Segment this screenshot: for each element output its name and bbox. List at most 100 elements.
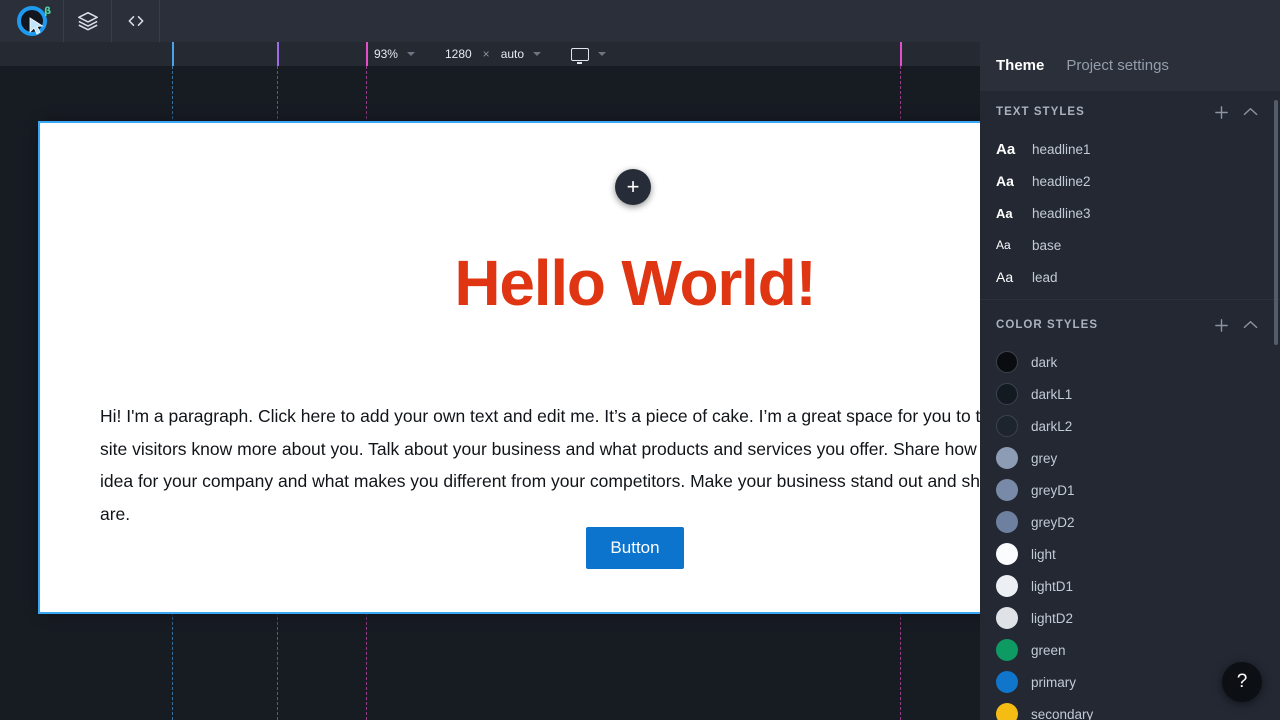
color-swatch-primary xyxy=(996,671,1018,693)
design-canvas[interactable]: Hello World! Hi! I'm a paragraph. Click … xyxy=(0,66,980,720)
device-caret-icon xyxy=(598,52,606,56)
color-style-row-secondary[interactable]: secondary xyxy=(980,698,1280,720)
code-brackets-icon xyxy=(125,11,147,31)
text-style-label: lead xyxy=(1032,270,1058,285)
text-style-label: base xyxy=(1032,238,1061,253)
color-style-label: grey xyxy=(1031,451,1057,466)
logo-icon xyxy=(17,6,47,36)
plus-icon xyxy=(1214,105,1229,120)
color-style-label: lightD2 xyxy=(1031,611,1073,626)
layers-button[interactable] xyxy=(64,0,112,42)
add-text-style-button[interactable] xyxy=(1214,105,1229,120)
canvas-width-value[interactable]: 1280 xyxy=(445,47,472,61)
color-swatch-light xyxy=(996,543,1018,565)
panel-tabs: Theme Project settings xyxy=(980,42,1280,91)
text-style-row-headline2[interactable]: Aa headline2 xyxy=(980,165,1280,197)
hero-paragraph[interactable]: Hi! I'm a paragraph. Click here to add y… xyxy=(100,400,980,530)
color-swatch-secondary xyxy=(996,703,1018,720)
add-color-style-button[interactable] xyxy=(1214,318,1229,333)
color-style-row-lightD2[interactable]: lightD2 xyxy=(980,602,1280,634)
collapse-text-styles-button[interactable] xyxy=(1243,107,1258,117)
app-root: β MyAwesomeProject xyxy=(0,0,1280,720)
device-selector[interactable] xyxy=(571,48,606,61)
color-style-label: greyD1 xyxy=(1031,483,1075,498)
zoom-caret-icon xyxy=(407,52,415,56)
text-style-sample: Aa xyxy=(996,206,1026,221)
color-style-label: dark xyxy=(1031,355,1057,370)
top-toolbar: β xyxy=(0,0,1280,42)
color-swatch-greyD1 xyxy=(996,479,1018,501)
color-style-row-light[interactable]: light xyxy=(980,538,1280,570)
add-section-button[interactable]: + xyxy=(615,169,651,205)
color-swatch-lightD2 xyxy=(996,607,1018,629)
text-style-label: headline3 xyxy=(1032,206,1091,221)
chevron-up-icon xyxy=(1243,107,1258,117)
color-styles-header: COLOR STYLES xyxy=(980,304,1280,346)
color-style-label: primary xyxy=(1031,675,1076,690)
color-style-row-greyD1[interactable]: greyD1 xyxy=(980,474,1280,506)
multiply-symbol: × xyxy=(483,47,490,61)
help-button[interactable]: ? xyxy=(1222,662,1262,702)
color-styles-title: COLOR STYLES xyxy=(996,319,1200,331)
color-swatch-lightD1 xyxy=(996,575,1018,597)
color-style-row-grey[interactable]: grey xyxy=(980,442,1280,474)
hero-title[interactable]: Hello World! xyxy=(40,246,980,320)
text-style-row-base[interactable]: Aabase xyxy=(980,229,1280,261)
height-caret-icon xyxy=(533,52,541,56)
text-styles-title: TEXT STYLES xyxy=(996,106,1200,118)
text-style-label: headline1 xyxy=(1032,142,1091,157)
text-style-sample: Aa xyxy=(996,269,1026,285)
color-style-label: darkL2 xyxy=(1031,419,1072,434)
panel-divider xyxy=(980,299,1280,300)
color-style-row-darkL1[interactable]: darkL1 xyxy=(980,378,1280,410)
color-style-label: greyD2 xyxy=(1031,515,1075,530)
canvas-height-value: auto xyxy=(501,47,524,61)
text-style-row-headline1[interactable]: Aa headline1 xyxy=(980,133,1280,165)
color-style-row-darkL2[interactable]: darkL2 xyxy=(980,410,1280,442)
page-section-selected[interactable]: Hello World! Hi! I'm a paragraph. Click … xyxy=(38,121,980,614)
zoom-level-value: 93% xyxy=(374,47,398,61)
panel-tab-theme[interactable]: Theme xyxy=(996,57,1044,76)
text-style-label: headline2 xyxy=(1032,174,1091,189)
color-swatch-grey xyxy=(996,447,1018,469)
text-styles-list: Aaheadline1Aaheadline2Aaheadline3AabaseA… xyxy=(980,133,1280,293)
panel-tab-project-settings[interactable]: Project settings xyxy=(1066,57,1169,76)
monitor-icon xyxy=(571,48,589,61)
cursor-arrow-icon xyxy=(29,17,45,35)
color-style-row-greyD2[interactable]: greyD2 xyxy=(980,506,1280,538)
color-swatch-darkL2 xyxy=(996,415,1018,437)
text-style-row-lead[interactable]: Aalead xyxy=(980,261,1280,293)
color-style-label: light xyxy=(1031,547,1056,562)
beta-badge: β xyxy=(44,6,51,17)
canvas-settings-controls: 93% 1280 × auto xyxy=(0,42,980,66)
app-logo[interactable]: β xyxy=(0,0,64,42)
right-panel: ThemeProject settings TEXT STYLES Aahead… xyxy=(980,42,1280,720)
color-style-row-dark[interactable]: dark xyxy=(980,346,1280,378)
collapse-color-styles-button[interactable] xyxy=(1243,320,1258,330)
panel-scrollbar-thumb[interactable] xyxy=(1274,100,1278,345)
color-style-row-green[interactable]: green xyxy=(980,634,1280,666)
chevron-up-icon xyxy=(1243,320,1258,330)
text-style-row-headline3[interactable]: Aa headline3 xyxy=(980,197,1280,229)
color-style-label: green xyxy=(1031,643,1066,658)
canvas-settings-bar: 93% 1280 × auto xyxy=(0,42,980,66)
color-style-label: secondary xyxy=(1031,707,1093,720)
color-style-label: lightD1 xyxy=(1031,579,1073,594)
panel-content-scroll[interactable]: TEXT STYLES Aaheadline1Aaheadline2Aahead… xyxy=(980,91,1280,720)
code-view-button[interactable] xyxy=(112,0,160,42)
layers-icon xyxy=(77,10,99,32)
text-style-sample: Aa xyxy=(996,173,1026,189)
color-style-label: darkL1 xyxy=(1031,387,1072,402)
zoom-selector[interactable]: 93% xyxy=(374,47,415,61)
color-swatch-green xyxy=(996,639,1018,661)
text-styles-header: TEXT STYLES xyxy=(980,91,1280,133)
color-style-row-lightD1[interactable]: lightD1 xyxy=(980,570,1280,602)
hero-cta-button[interactable]: Button xyxy=(586,527,684,569)
text-style-sample: Aa xyxy=(996,141,1026,158)
text-style-sample: Aa xyxy=(996,238,1026,252)
toolbar-spacer xyxy=(160,0,1280,42)
canvas-height-selector[interactable]: auto xyxy=(501,47,541,61)
color-swatch-greyD2 xyxy=(996,511,1018,533)
color-swatch-darkL1 xyxy=(996,383,1018,405)
color-swatch-dark xyxy=(996,351,1018,373)
